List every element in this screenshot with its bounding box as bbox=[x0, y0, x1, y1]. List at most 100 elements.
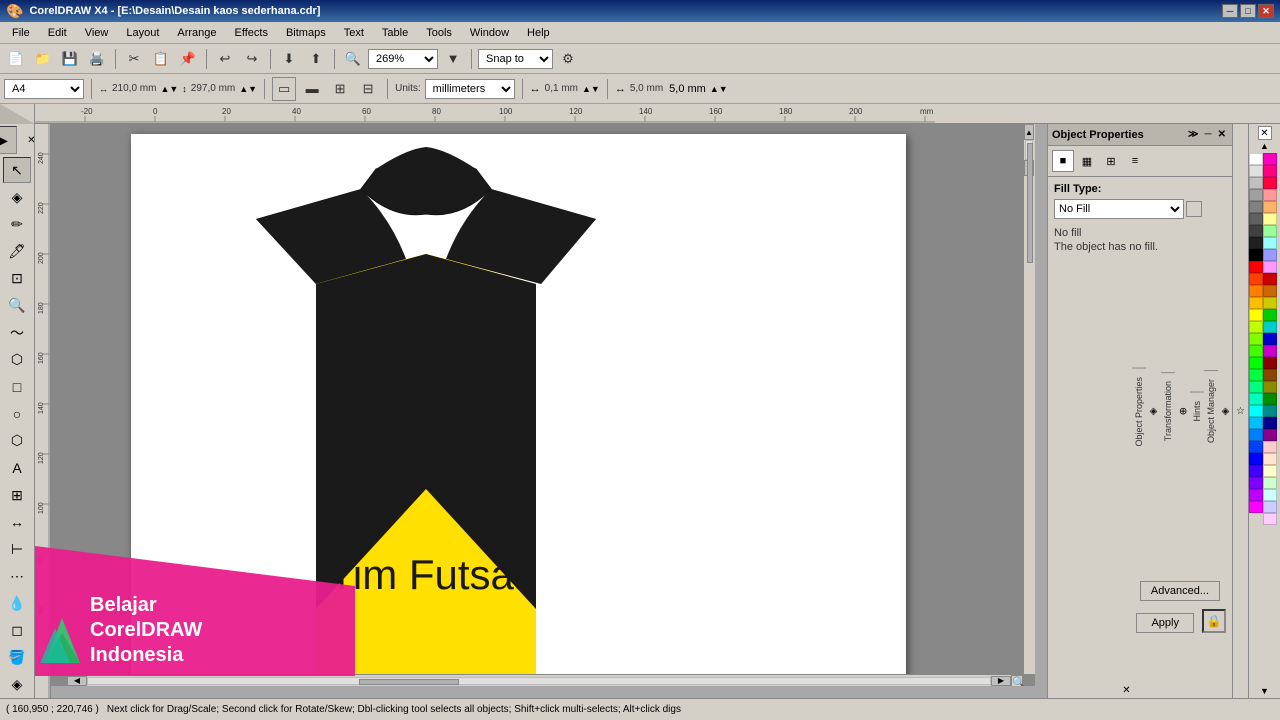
panel-close-icon[interactable]: ✕ bbox=[1216, 128, 1228, 141]
smart-fill-tool[interactable]: ⬡ bbox=[3, 347, 31, 373]
color-swatch-21[interactable] bbox=[1249, 405, 1263, 417]
minimize-button[interactable]: ─ bbox=[1222, 4, 1238, 18]
scroll-right-btn[interactable]: ▶ bbox=[991, 676, 1011, 686]
new-button[interactable]: 📄 bbox=[4, 47, 28, 71]
shape-tool[interactable]: ◈ bbox=[3, 184, 31, 210]
color-swatch-9[interactable] bbox=[1249, 261, 1263, 273]
side-icon-4[interactable]: ◈ bbox=[1148, 403, 1159, 419]
menu-file[interactable]: File bbox=[4, 25, 38, 41]
color-swatch-13[interactable] bbox=[1249, 309, 1263, 321]
color-swatch-14[interactable] bbox=[1249, 321, 1263, 333]
side-icon-3[interactable]: ⊕ bbox=[1177, 403, 1188, 419]
color-swatch-51[interactable] bbox=[1263, 405, 1277, 417]
color-swatch-48[interactable] bbox=[1263, 369, 1277, 381]
freehand-tool[interactable]: ✏ bbox=[3, 211, 31, 237]
color-swatch-45[interactable] bbox=[1263, 333, 1277, 345]
color-swatch-7[interactable] bbox=[1249, 237, 1263, 249]
color-swatch-3[interactable] bbox=[1249, 189, 1263, 201]
color-swatch-60[interactable] bbox=[1263, 513, 1277, 525]
canvas-area[interactable]: 240 220 200 180 160 140 120 100 80 60 40… bbox=[35, 124, 1047, 698]
color-swatch-59[interactable] bbox=[1263, 501, 1277, 513]
color-swatch-40[interactable] bbox=[1263, 273, 1277, 285]
color-swatch-47[interactable] bbox=[1263, 357, 1277, 369]
menu-arrange[interactable]: Arrange bbox=[169, 25, 224, 41]
color-swatch-8[interactable] bbox=[1249, 249, 1263, 261]
color-swatch-6[interactable] bbox=[1249, 225, 1263, 237]
tool-play[interactable]: ▶ bbox=[0, 126, 17, 154]
fill-gradient-btn[interactable]: ▦ bbox=[1076, 150, 1098, 172]
color-swatch-10[interactable] bbox=[1249, 273, 1263, 285]
tab-object-properties[interactable]: Object Properties bbox=[1132, 368, 1146, 455]
color-swatch-5[interactable] bbox=[1249, 213, 1263, 225]
landscape-btn[interactable]: ▬ bbox=[300, 77, 324, 101]
zoom-in-button[interactable]: 🔍 bbox=[341, 47, 365, 71]
vscroll-track[interactable] bbox=[1025, 140, 1033, 160]
fill-pattern-btn[interactable]: ⊞ bbox=[1100, 150, 1122, 172]
lock-button[interactable]: 🔒 bbox=[1202, 609, 1226, 633]
color-swatch-37[interactable] bbox=[1263, 237, 1277, 249]
import-button[interactable]: ⬇ bbox=[277, 47, 301, 71]
color-swatch-52[interactable] bbox=[1263, 417, 1277, 429]
color-swatch-27[interactable] bbox=[1249, 477, 1263, 489]
polygon-tool[interactable]: ⬡ bbox=[3, 428, 31, 454]
color-swatch-18[interactable] bbox=[1249, 369, 1263, 381]
scroll-up-btn[interactable]: ▲ bbox=[1024, 124, 1034, 140]
curve-tool[interactable]: 〜 bbox=[3, 320, 31, 346]
menu-tools[interactable]: Tools bbox=[418, 25, 460, 41]
color-swatch-49[interactable] bbox=[1263, 381, 1277, 393]
color-swatch-4[interactable] bbox=[1249, 201, 1263, 213]
menu-window[interactable]: Window bbox=[462, 25, 517, 41]
color-swatch-30[interactable] bbox=[1263, 153, 1277, 165]
snap-settings[interactable]: ⚙ bbox=[556, 47, 580, 71]
color-swatch-56[interactable] bbox=[1263, 465, 1277, 477]
ellipse-tool[interactable]: ○ bbox=[3, 401, 31, 427]
color-swatch-20[interactable] bbox=[1249, 393, 1263, 405]
color-swatch-22[interactable] bbox=[1249, 417, 1263, 429]
blend-tool[interactable]: ⋯ bbox=[3, 563, 31, 589]
fill-color-swatch[interactable] bbox=[1186, 201, 1202, 217]
color-swatch-39[interactable] bbox=[1263, 261, 1277, 273]
undo-button[interactable]: ↩ bbox=[213, 47, 237, 71]
open-button[interactable]: 📁 bbox=[31, 47, 55, 71]
vscroll-thumb[interactable] bbox=[1027, 143, 1033, 263]
close-button[interactable]: ✕ bbox=[1258, 4, 1274, 18]
zoom-dropdown[interactable]: ▼ bbox=[441, 47, 465, 71]
paste-button[interactable]: 📌 bbox=[176, 47, 200, 71]
snap-to-combo[interactable]: Snap to bbox=[478, 49, 553, 69]
color-swatch-42[interactable] bbox=[1263, 297, 1277, 309]
rect-tool[interactable]: □ bbox=[3, 374, 31, 400]
side-icon-2[interactable]: ◈ bbox=[1220, 403, 1231, 419]
advanced-button[interactable]: Advanced... bbox=[1140, 581, 1220, 601]
menu-layout[interactable]: Layout bbox=[118, 25, 167, 41]
color-swatch-33[interactable] bbox=[1263, 189, 1277, 201]
color-swatch-17[interactable] bbox=[1249, 357, 1263, 369]
maximize-button[interactable]: □ bbox=[1240, 4, 1256, 18]
side-bottom-icon[interactable]: ✕ bbox=[1121, 682, 1132, 698]
menu-edit[interactable]: Edit bbox=[40, 25, 75, 41]
color-swatch-2[interactable] bbox=[1249, 177, 1263, 189]
color-swatch-28[interactable] bbox=[1249, 489, 1263, 501]
panel-expand-icon[interactable]: ≫ bbox=[1186, 128, 1200, 141]
menu-help[interactable]: Help bbox=[519, 25, 558, 41]
page-size-combo[interactable]: A4 bbox=[4, 79, 84, 99]
fill-type-combo[interactable]: No Fill bbox=[1054, 199, 1184, 219]
smart-draw-tool[interactable]: 🖊 bbox=[3, 238, 31, 264]
fill-uniform-btn[interactable]: ■ bbox=[1052, 150, 1074, 172]
color-swatch-43[interactable] bbox=[1263, 309, 1277, 321]
color-swatch-58[interactable] bbox=[1263, 489, 1277, 501]
zoom-combo[interactable]: 269% bbox=[368, 49, 438, 69]
nudge-btn[interactable]: ▲▼ bbox=[710, 84, 728, 94]
menu-text[interactable]: Text bbox=[336, 25, 372, 41]
vertical-scrollbar[interactable]: ▲ ▼ bbox=[1023, 124, 1035, 674]
palette-scroll-up[interactable]: ▲ bbox=[1260, 141, 1269, 151]
color-swatch-57[interactable] bbox=[1263, 477, 1277, 489]
zoom-tool[interactable]: 🔍 bbox=[3, 292, 31, 318]
portrait-btn[interactable]: ▭ bbox=[272, 77, 296, 101]
color-swatch-16[interactable] bbox=[1249, 345, 1263, 357]
color-swatch-32[interactable] bbox=[1263, 177, 1277, 189]
color-swatch-31[interactable] bbox=[1263, 165, 1277, 177]
color-swatch-29[interactable] bbox=[1249, 501, 1263, 513]
color-swatch-15[interactable] bbox=[1249, 333, 1263, 345]
color-swatch-23[interactable] bbox=[1249, 429, 1263, 441]
color-swatch-24[interactable] bbox=[1249, 441, 1263, 453]
